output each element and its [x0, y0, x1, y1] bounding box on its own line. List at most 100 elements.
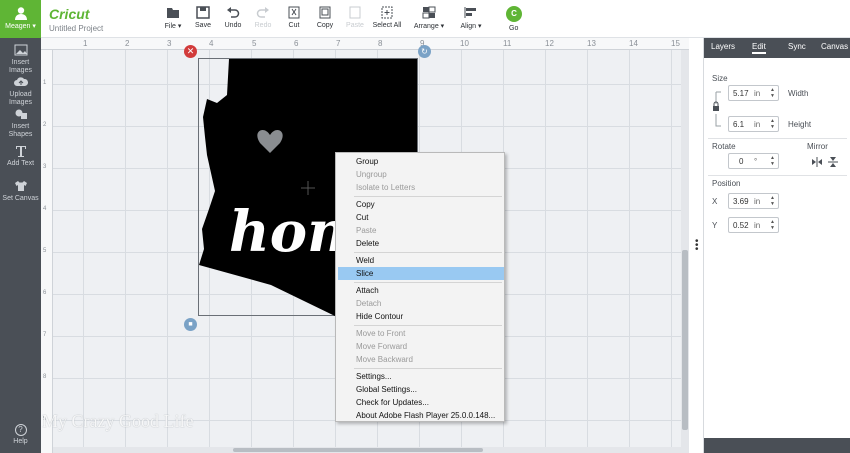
- rotate-label: Rotate: [712, 142, 736, 151]
- menu-item-weld[interactable]: Weld: [336, 254, 504, 267]
- align-menu-button[interactable]: Align ▾: [451, 6, 491, 30]
- align-label: Align ▾: [460, 23, 482, 30]
- menu-item-check-updates[interactable]: Check for Updates...: [336, 396, 504, 409]
- undo-icon: [227, 7, 240, 18]
- lock-icon[interactable]: [712, 90, 722, 128]
- y-unit: in: [754, 221, 761, 230]
- flip-horizontal-icon[interactable]: [812, 157, 822, 167]
- menu-item-paste[interactable]: Paste: [336, 224, 504, 237]
- tab-layers[interactable]: Layers: [711, 42, 735, 51]
- redo-label: Redo: [254, 22, 272, 29]
- ruler-tick: 8: [378, 39, 383, 48]
- panel-resize-handle[interactable]: • • •: [695, 237, 699, 255]
- context-menu: Group Ungroup Isolate to Letters Copy Cu…: [335, 152, 505, 422]
- menu-item-copy[interactable]: Copy: [336, 198, 504, 211]
- cut-icon: [288, 6, 300, 19]
- account-button[interactable]: Meagen ▾: [0, 0, 41, 38]
- x-label: X: [712, 197, 718, 206]
- ruler-tick: 6: [43, 290, 47, 296]
- ruler-tick: 1: [83, 39, 88, 48]
- scroll-thumb[interactable]: [233, 448, 483, 452]
- stepper-icon[interactable]: ▲ ▼: [770, 219, 775, 231]
- stepper-icon[interactable]: ▲ ▼: [770, 118, 775, 130]
- undo-label: Undo: [224, 22, 242, 29]
- menu-item-detach[interactable]: Detach: [336, 297, 504, 310]
- menu-item-hide-contour[interactable]: Hide Contour: [336, 310, 504, 323]
- rotate-field[interactable]: 0 ° ▲ ▼: [728, 153, 779, 169]
- menu-item-delete[interactable]: Delete: [336, 237, 504, 250]
- menu-separator: [354, 368, 502, 369]
- rotate-unit: °: [754, 157, 758, 166]
- arrange-label: Arrange ▾: [413, 23, 445, 30]
- menu-item-slice[interactable]: Slice: [338, 267, 504, 280]
- menu-item-about-flash[interactable]: About Adobe Flash Player 25.0.0.148...: [336, 409, 504, 422]
- stepper-icon[interactable]: ▲ ▼: [770, 87, 775, 99]
- help-icon: ?: [14, 424, 27, 436]
- select-all-button[interactable]: Select All: [367, 6, 407, 29]
- menu-item-attach[interactable]: Attach: [336, 284, 504, 297]
- rail-set-canvas[interactable]: Set Canvas: [0, 180, 41, 203]
- horizontal-scrollbar[interactable]: [53, 447, 681, 453]
- menu-item-cut[interactable]: Cut: [336, 211, 504, 224]
- rotate-handle[interactable]: ↻: [418, 45, 431, 58]
- vertical-scrollbar[interactable]: [681, 50, 689, 453]
- copy-label: Copy: [316, 22, 334, 29]
- menu-item-move-backward[interactable]: Move Backward: [336, 353, 504, 366]
- x-position-field[interactable]: 3.69 in ▲ ▼: [728, 193, 779, 209]
- project-title[interactable]: Untitled Project: [49, 24, 103, 33]
- menu-item-move-front[interactable]: Move to Front: [336, 327, 504, 340]
- ruler-tick: 7: [43, 332, 47, 338]
- ruler-tick: 4: [43, 206, 47, 212]
- folder-icon: [167, 8, 179, 18]
- y-position-field[interactable]: 0.52 in ▲ ▼: [728, 217, 779, 233]
- ruler-tick: 13: [587, 39, 596, 48]
- paste-label: Paste: [346, 22, 364, 29]
- cloud-upload-icon: [13, 77, 28, 86]
- menu-separator: [354, 282, 502, 283]
- position-label: Position: [712, 179, 741, 188]
- tab-sync[interactable]: Sync: [788, 42, 806, 51]
- stepper-icon[interactable]: ▲ ▼: [770, 195, 775, 207]
- ruler-tick: 3: [43, 164, 47, 170]
- shirt-icon: [14, 181, 27, 191]
- ruler-tick: 5: [252, 39, 257, 48]
- menu-item-global-settings[interactable]: Global Settings...: [336, 383, 504, 396]
- menu-item-move-forward[interactable]: Move Forward: [336, 340, 504, 353]
- divider: [708, 138, 847, 139]
- file-label: File ▾: [164, 23, 182, 30]
- ruler-tick: 12: [545, 39, 554, 48]
- menu-item-ungroup[interactable]: Ungroup: [336, 168, 504, 181]
- rail-upload-images[interactable]: Upload Images: [0, 76, 41, 107]
- go-button[interactable]: C: [506, 6, 522, 22]
- save-icon: [196, 6, 210, 19]
- arrange-menu-button[interactable]: Arrange ▾: [409, 6, 449, 30]
- account-name: Meagen ▾: [5, 23, 36, 30]
- user-icon: [14, 7, 27, 20]
- flip-vertical-icon[interactable]: [828, 157, 838, 167]
- tab-edit[interactable]: Edit: [752, 42, 766, 54]
- menu-item-isolate-letters[interactable]: Isolate to Letters: [336, 181, 504, 194]
- width-field[interactable]: 5.17 in ▲ ▼: [728, 85, 779, 101]
- menu-item-settings[interactable]: Settings...: [336, 370, 504, 383]
- arrange-icon: [422, 6, 436, 19]
- redo-icon: [256, 7, 269, 18]
- rail-insert-images[interactable]: Insert Images: [0, 44, 41, 75]
- delete-handle[interactable]: ✕: [184, 45, 197, 58]
- rail-insert-shapes[interactable]: Insert Shapes: [0, 108, 41, 139]
- select-all-icon: [381, 6, 393, 19]
- rail-label: Upload Images: [9, 91, 32, 106]
- height-unit: in: [754, 120, 761, 129]
- y-label: Y: [712, 221, 718, 230]
- lock-icon[interactable]: ■: [184, 318, 197, 331]
- height-field[interactable]: 6.1 in ▲ ▼: [728, 116, 779, 132]
- menu-item-group[interactable]: Group: [336, 155, 504, 168]
- help-button[interactable]: ? Help: [0, 424, 41, 445]
- ruler-tick: 2: [43, 122, 47, 128]
- x-value: 3.69: [733, 197, 749, 206]
- tab-canvas[interactable]: Canvas: [821, 42, 848, 51]
- scroll-thumb[interactable]: [682, 250, 688, 430]
- left-rail: Meagen ▾ Insert Images Upload Images Ins…: [0, 0, 41, 453]
- stepper-icon[interactable]: ▲ ▼: [770, 155, 775, 167]
- rail-add-text[interactable]: Add Text: [0, 145, 41, 168]
- panel-footer: [704, 438, 850, 453]
